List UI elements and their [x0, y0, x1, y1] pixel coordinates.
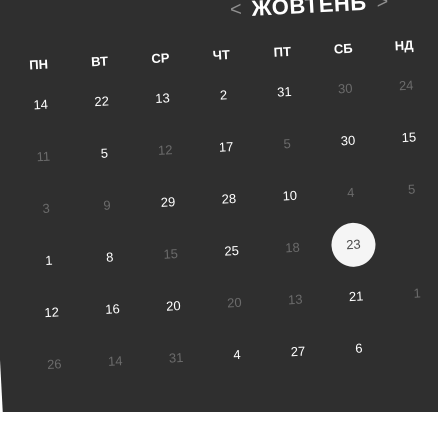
day-cell[interactable]: 22 [79, 79, 125, 125]
day-cell[interactable]: 1 [394, 270, 438, 316]
day-cell[interactable]: 11 [20, 134, 66, 180]
weekday-label: ЧТ [212, 47, 231, 63]
day-cell[interactable]: 28 [206, 176, 252, 222]
screen: < ЖОВТЕНЬ > ПН ВТ СР ЧТ ПТ СБ НД 14 22 13 2 31 30 24… [0, 0, 438, 447]
day-cell[interactable]: 6 [336, 326, 382, 372]
day-cell[interactable]: 1 [26, 238, 72, 284]
day-cell[interactable]: 31 [153, 335, 199, 381]
day-cell[interactable]: 24 [383, 63, 429, 109]
day-cell[interactable]: 20 [150, 283, 196, 329]
day-cell[interactable]: 15 [386, 115, 432, 161]
month-header: < ЖОВТЕНЬ > [219, 0, 399, 27]
day-cell[interactable]: 16 [89, 286, 135, 332]
day-cell[interactable]: 21 [333, 274, 379, 320]
weekday-label: НД [394, 37, 414, 54]
day-cell[interactable]: 30 [325, 118, 371, 164]
day-cell[interactable]: 15 [148, 231, 194, 277]
day-cell[interactable]: 29 [145, 179, 191, 225]
day-cell[interactable]: 30 [322, 66, 368, 112]
day-cell[interactable]: 9 [84, 183, 130, 229]
month-title: ЖОВТЕНЬ [250, 0, 368, 21]
day-cell[interactable]: 4 [328, 170, 374, 216]
day-cell[interactable]: 10 [267, 173, 313, 219]
day-cell[interactable]: 14 [18, 82, 64, 128]
day-cell[interactable]: 26 [31, 342, 77, 388]
day-cell[interactable]: 27 [275, 329, 321, 375]
weekday-label: ВТ [90, 53, 109, 70]
day-cell[interactable]: 31 [261, 69, 307, 115]
day-cell[interactable]: 25 [209, 228, 255, 274]
weekday-label: ПН [28, 56, 49, 73]
day-cell[interactable]: 2 [200, 72, 246, 118]
day-cell[interactable]: 13 [139, 75, 185, 121]
day-cell[interactable]: 5 [81, 131, 127, 177]
day-cell[interactable]: 17 [203, 124, 249, 170]
day-cell[interactable]: 18 [269, 225, 315, 271]
calendar-panel: < ЖОВТЕНЬ > ПН ВТ СР ЧТ ПТ СБ НД 14 22 13 2 31 30 24… [0, 0, 438, 443]
day-cell[interactable]: 3 [23, 186, 69, 232]
day-cell[interactable]: 14 [92, 338, 138, 384]
day-cell[interactable]: 8 [87, 234, 133, 280]
day-cell[interactable]: 5 [389, 167, 435, 213]
prev-month-chevron-icon[interactable]: < [219, 0, 252, 22]
selected-day-cell[interactable]: 23 [330, 221, 377, 268]
weekday-label: ПТ [273, 43, 292, 60]
weekday-label: СР [151, 50, 170, 67]
bottom-white-strip [0, 412, 438, 447]
day-cell[interactable]: 12 [28, 290, 74, 336]
day-cell[interactable]: 5 [264, 121, 310, 167]
day-cell[interactable]: 12 [142, 127, 188, 173]
weekday-label: СБ [333, 40, 353, 57]
next-month-chevron-icon[interactable]: > [366, 0, 399, 14]
day-cell[interactable]: 13 [272, 277, 318, 323]
day-cell[interactable]: 20 [211, 280, 257, 326]
day-cell[interactable]: 4 [214, 332, 260, 378]
